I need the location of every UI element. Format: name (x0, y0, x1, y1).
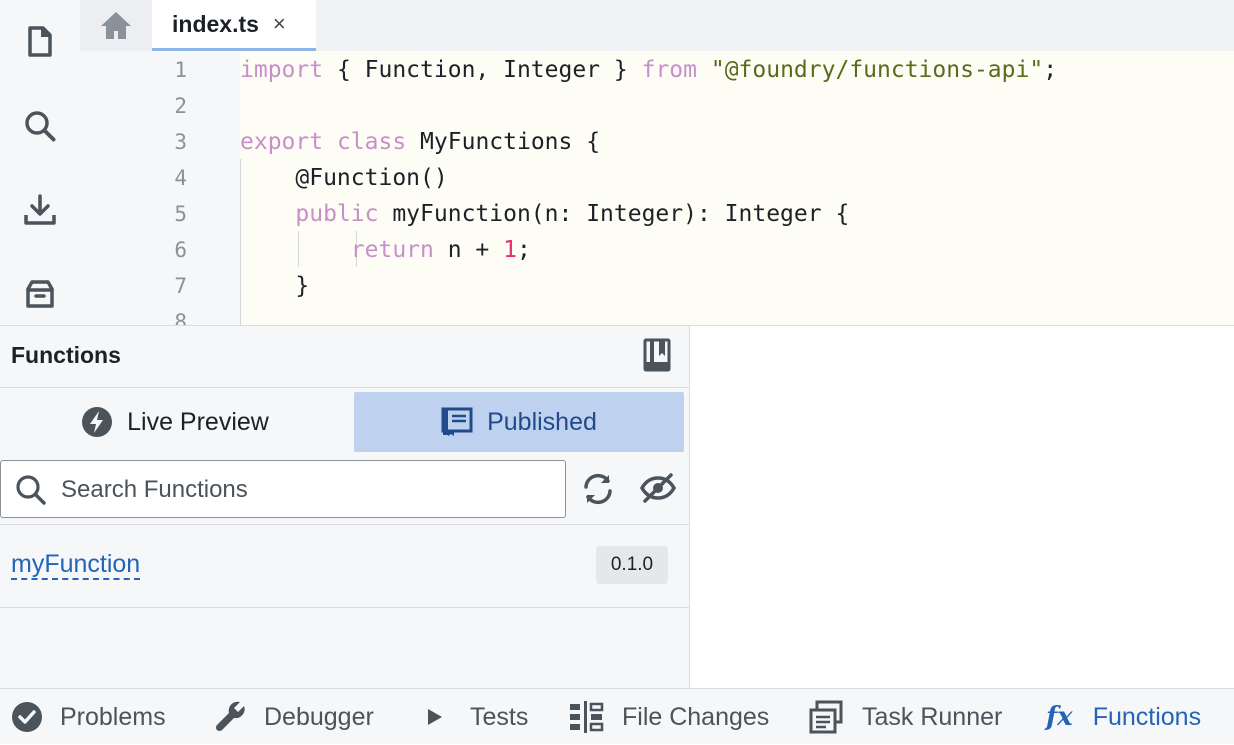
activity-bar (0, 0, 80, 326)
code-line-4: @Function() (240, 160, 448, 196)
functions-tab[interactable]: fx Functions (1046, 689, 1201, 745)
archive-icon[interactable] (20, 274, 60, 314)
keyword: class (336, 129, 407, 155)
home-icon (101, 12, 131, 39)
file-changes-label: File Changes (622, 702, 770, 731)
function-list-item[interactable]: myFunction 0.1.0 (0, 525, 689, 608)
bottom-panel-bar: Problems Debugger Tests File Changes Tas… (0, 688, 1234, 744)
search-box[interactable] (0, 460, 566, 518)
keyword: return (350, 237, 434, 263)
play-icon (428, 709, 442, 725)
code-text: n + (433, 237, 504, 263)
search-icon (16, 475, 46, 505)
code-line-7: } (240, 268, 309, 304)
line-number: 4 (174, 166, 187, 190)
fx-icon: fx (1046, 702, 1073, 732)
tab-label: index.ts (172, 10, 259, 37)
published-label: Published (487, 407, 597, 436)
code-line-1: import { Function, Integer } from "@foun… (240, 52, 1057, 88)
tests-tab[interactable]: Tests (424, 689, 528, 745)
line-number: 5 (174, 202, 187, 226)
line-number: 7 (174, 274, 187, 298)
refresh-icon (584, 473, 612, 505)
code-line-3: export class MyFunctions { (240, 124, 600, 160)
keyword: import (240, 57, 324, 83)
function-name-link[interactable]: myFunction (11, 550, 141, 580)
live-preview-label: Live Preview (127, 407, 269, 436)
code-text: ; (516, 237, 531, 263)
functions-label: Functions (1092, 702, 1202, 731)
tab-close-icon[interactable]: × (273, 11, 286, 37)
task-runner-label: Task Runner (862, 702, 1003, 731)
string-literal: "@foundry/functions-api" (710, 57, 1044, 83)
published-book-icon (441, 407, 473, 436)
code-text: MyFunctions { (406, 129, 601, 155)
keyword: public (295, 201, 379, 227)
editor-tab-bar: index.ts × (80, 0, 1234, 52)
search-icon[interactable] (20, 106, 60, 146)
panel-title: Functions (11, 342, 121, 368)
download-icon[interactable] (20, 190, 60, 230)
home-tab[interactable] (80, 0, 153, 50)
code-text: { Function, Integer } (323, 57, 642, 83)
lightning-icon (82, 407, 113, 437)
line-number-gutter: 1 2 3 4 5 6 7 8 (80, 51, 240, 325)
check-circle-icon (12, 702, 42, 732)
code-text: myFunction(n: Integer): Integer { (378, 201, 850, 227)
tests-label: Tests (470, 702, 529, 731)
refresh-button[interactable] (582, 473, 614, 505)
eye-off-icon (639, 473, 677, 503)
line-number: 8 (174, 310, 187, 325)
debugger-label: Debugger (264, 702, 374, 731)
panel-header: Functions (0, 326, 689, 388)
published-toggle[interactable]: Published (354, 392, 684, 452)
keyword: from (641, 57, 697, 83)
code-editor[interactable]: 1 2 3 4 5 6 7 8 import { Function, Integ… (80, 51, 1234, 325)
keyword: export (240, 129, 324, 155)
functions-panel: Functions Live Preview Published myFunct… (0, 326, 690, 688)
code-line-5: public myFunction(n: Integer): Integer { (240, 196, 849, 232)
book-icon (643, 338, 671, 372)
tab-index-ts[interactable]: index.ts × (152, 0, 316, 51)
code-text: @Function() (240, 165, 448, 191)
problems-tab[interactable]: Problems (10, 689, 166, 745)
search-functions-input[interactable] (59, 471, 543, 509)
toggle-hidden-button[interactable] (639, 473, 677, 505)
line-number: 2 (174, 94, 187, 118)
code-text: ; (1043, 57, 1058, 83)
documentation-button[interactable] (643, 338, 673, 374)
live-preview-toggle[interactable]: Live Preview (0, 392, 350, 452)
file-changes-icon (570, 701, 604, 733)
file-icon[interactable] (20, 22, 60, 62)
line-number: 1 (174, 58, 187, 82)
wrench-icon (215, 701, 245, 732)
debugger-tab[interactable]: Debugger (214, 689, 374, 745)
number-literal: 1 (503, 237, 517, 263)
line-number: 3 (174, 130, 187, 154)
problems-label: Problems (60, 702, 166, 731)
file-changes-tab[interactable]: File Changes (568, 689, 769, 745)
code-text: } (240, 273, 310, 299)
version-badge: 0.1.0 (596, 546, 668, 584)
line-number: 6 (174, 238, 187, 262)
code-line-6: return n + 1; (240, 232, 531, 268)
task-runner-icon (809, 700, 843, 734)
task-runner-tab[interactable]: Task Runner (808, 689, 1002, 745)
